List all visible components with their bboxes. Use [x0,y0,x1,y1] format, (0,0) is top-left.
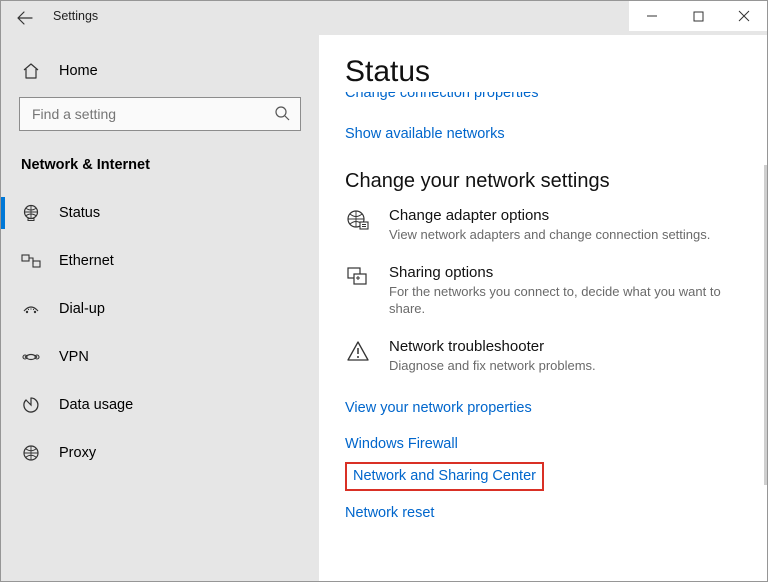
option-troubleshooter[interactable]: Network troubleshooter Diagnose and fix … [345,338,741,375]
link-network-reset[interactable]: Network reset [345,505,434,521]
maximize-icon [693,11,704,22]
sidebar-home[interactable]: Home [1,49,319,93]
ethernet-icon [21,253,41,269]
link-windows-firewall[interactable]: Windows Firewall [345,436,458,452]
option-title: Change adapter options [389,207,741,224]
sidebar-item-label: Ethernet [59,253,114,269]
highlight-box: Network and Sharing Center [345,462,544,491]
search-icon [274,105,290,124]
option-desc: View network adapters and change connect… [389,226,741,244]
sidebar-item-label: Status [59,205,100,221]
home-icon [21,62,41,80]
sidebar-item-dialup[interactable]: Dial-up [1,285,319,333]
scrollbar[interactable] [764,165,767,485]
sidebar-item-ethernet[interactable]: Ethernet [1,237,319,285]
link-change-connection-properties[interactable]: Change connection properties [345,91,538,101]
minimize-icon [646,10,658,22]
change-settings-heading: Change your network settings [345,170,741,193]
sidebar-item-label: Data usage [59,397,133,413]
arrow-left-icon [17,10,33,26]
option-sharing[interactable]: Sharing options For the networks you con… [345,264,741,318]
titlebar: Settings [1,1,767,35]
status-icon [21,204,41,222]
search-input[interactable] [30,105,274,123]
sidebar-item-label: Proxy [59,445,96,461]
close-button[interactable] [721,1,767,31]
option-desc: For the networks you connect to, decide … [389,283,741,318]
content-pane: Status Change connection properties Show… [319,35,767,581]
link-show-available-networks[interactable]: Show available networks [345,126,505,142]
link-view-network-properties[interactable]: View your network properties [345,400,532,416]
window-title: Settings [49,1,629,23]
sidebar-item-status[interactable]: Status [1,189,319,237]
vpn-icon [21,349,41,365]
sidebar-item-proxy[interactable]: Proxy [1,429,319,477]
sidebar-home-label: Home [59,63,98,79]
close-icon [738,10,750,22]
sidebar-item-label: VPN [59,349,89,365]
back-button[interactable] [1,1,49,35]
option-change-adapter[interactable]: Change adapter options View network adap… [345,207,741,244]
page-title: Status [345,55,741,89]
proxy-icon [21,444,41,462]
option-title: Network troubleshooter [389,338,741,355]
warning-icon [345,338,371,362]
sidebar-item-vpn[interactable]: VPN [1,333,319,381]
search-input-container[interactable] [19,97,301,131]
minimize-button[interactable] [629,1,675,31]
sidebar-section-title: Network & Internet [1,143,319,189]
adapter-icon [345,207,371,231]
link-network-sharing-center[interactable]: Network and Sharing Center [353,468,536,484]
sharing-icon [345,264,371,288]
sidebar-item-datausage[interactable]: Data usage [1,381,319,429]
option-title: Sharing options [389,264,741,281]
option-desc: Diagnose and fix network problems. [389,357,741,375]
datausage-icon [21,396,41,414]
sidebar: Home Network & Internet Status [1,35,319,581]
dialup-icon [21,301,41,317]
sidebar-item-label: Dial-up [59,301,105,317]
maximize-button[interactable] [675,1,721,31]
